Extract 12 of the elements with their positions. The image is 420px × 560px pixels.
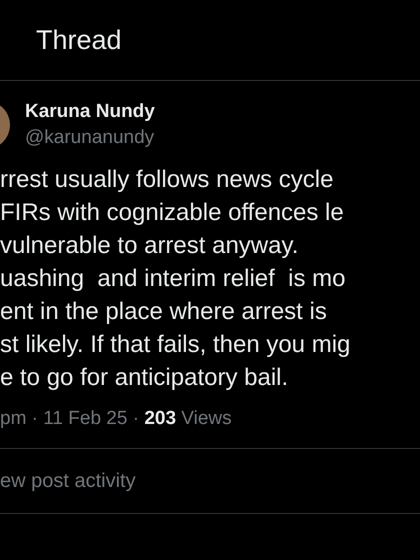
author-handle[interactable]: @karunanundy	[25, 125, 155, 151]
post-text-line: FIRs with cognizable offences le	[0, 198, 344, 228]
post-text-line: rrest usually follows news cycle	[0, 165, 334, 195]
post-activity-link[interactable]: ew post activity	[0, 470, 136, 492]
post-meta: pm · 11 Feb 25 · 203 Views	[0, 408, 232, 430]
post-text-line: e to go for anticipatory bail.	[0, 363, 288, 393]
post-text-line: st likely. If that fails, then you mig	[0, 330, 350, 360]
post-text-line: vulnerable to arrest anyway.	[0, 231, 298, 261]
post-text-line: uashing and interim relief is mo	[0, 264, 346, 294]
author-name[interactable]: Karuna Nundy	[25, 99, 155, 125]
page-title: Thread	[36, 24, 122, 56]
post-text-line: ent in the place where arrest is	[0, 297, 327, 327]
